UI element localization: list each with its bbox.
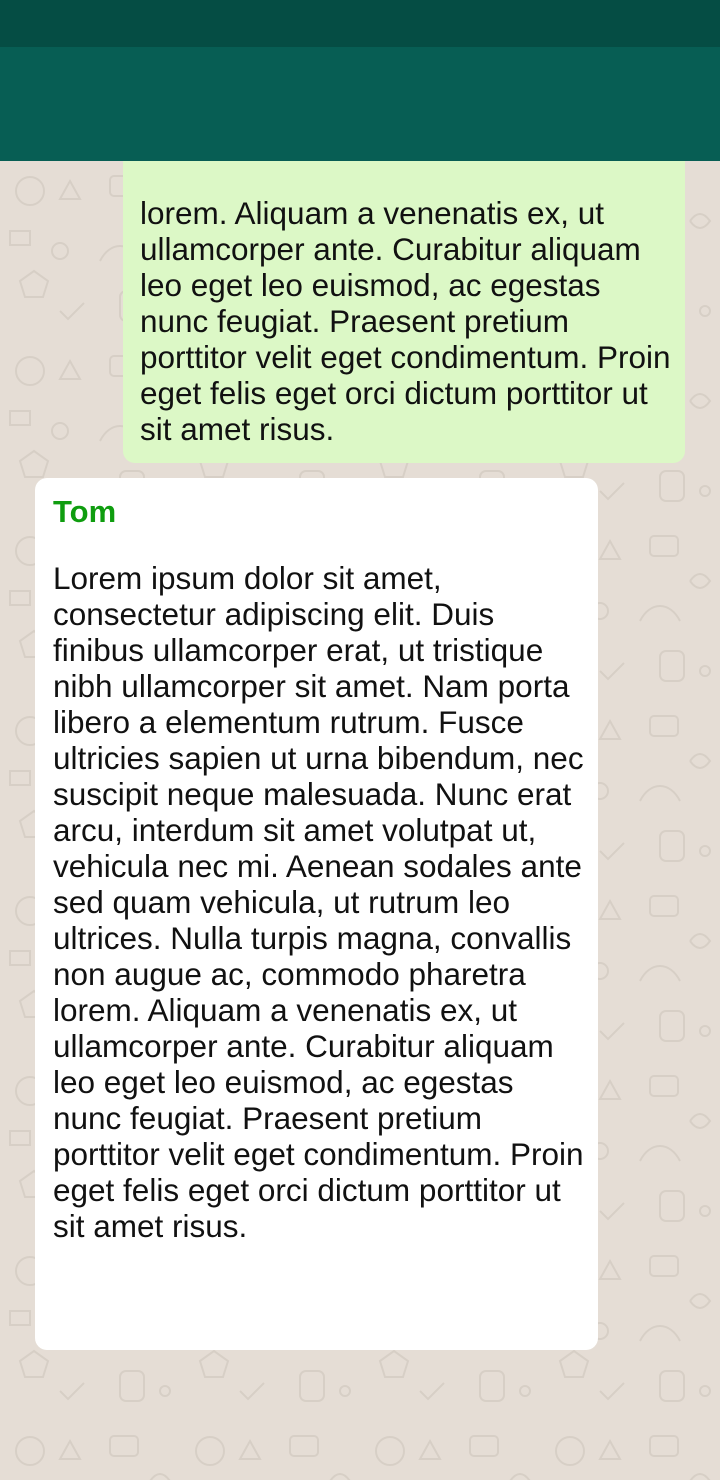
outgoing-message-bubble[interactable]: lorem. Aliquam a venenatis ex, ut ullamc…: [123, 161, 685, 463]
chat-area[interactable]: lorem. Aliquam a venenatis ex, ut ullamc…: [0, 161, 720, 1480]
incoming-message-text: Lorem ipsum dolor sit amet, consectetur …: [53, 560, 584, 1244]
app-bar: [0, 47, 720, 161]
outgoing-message-text: lorem. Aliquam a venenatis ex, ut ullamc…: [140, 195, 671, 447]
sender-name[interactable]: Tom: [53, 492, 584, 532]
status-bar: [0, 0, 720, 47]
incoming-message-bubble[interactable]: Tom Lorem ipsum dolor sit amet, consecte…: [35, 478, 598, 1350]
